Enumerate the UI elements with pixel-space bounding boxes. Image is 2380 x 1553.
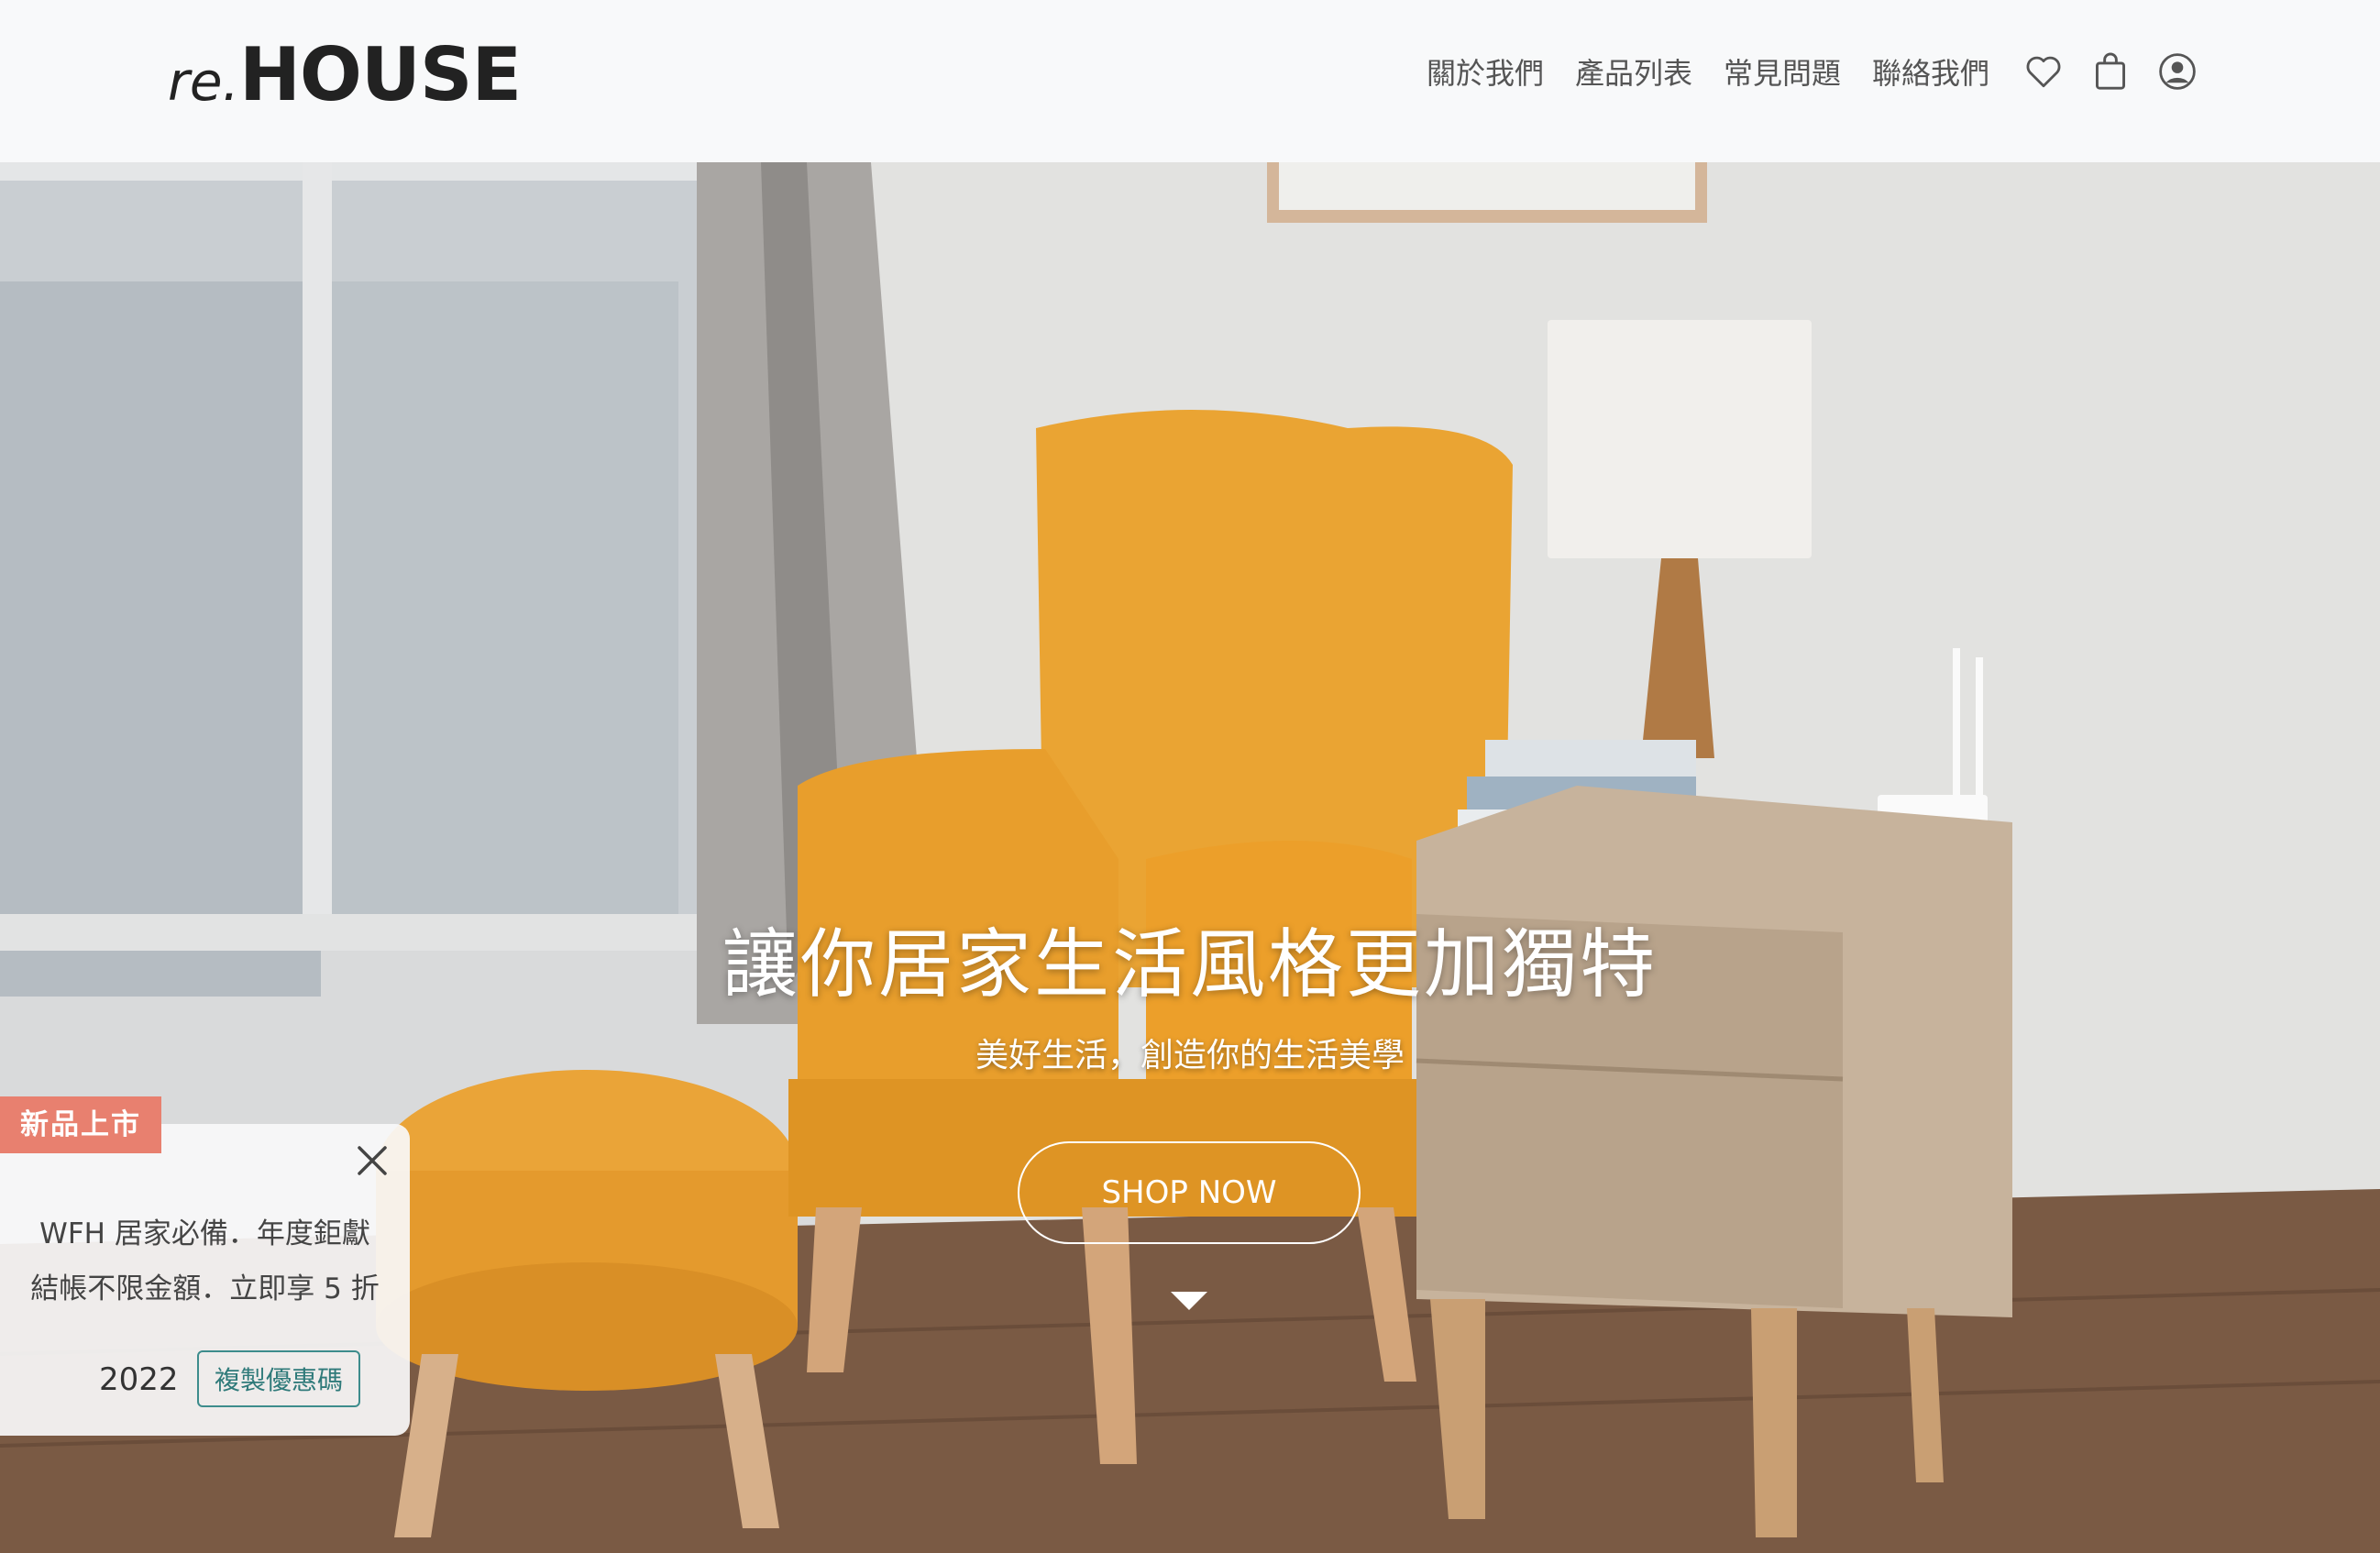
heart-icon[interactable] (2024, 53, 2063, 90)
user-icon[interactable] (2158, 52, 2197, 91)
copy-coupon-button[interactable]: 複製優惠碼 (197, 1350, 360, 1407)
nav-faq[interactable]: 常見問題 (1724, 50, 1841, 93)
hero-title: 讓你居家生活風格更加獨特 (722, 921, 1658, 1008)
promo-line-2: 結帳不限金額．立即享 5 折 (30, 1272, 380, 1305)
main-nav: 關於我們 產品列表 常見問題 聯絡我們 (1427, 50, 2197, 93)
scroll-down-icon[interactable] (1171, 1292, 1207, 1310)
nav-icons (2024, 51, 2197, 92)
logo[interactable]: re.HOUSE (168, 32, 522, 117)
logo-house: HOUSE (238, 32, 522, 117)
promo-code: 2022 (99, 1361, 179, 1398)
promo-tag: 新品上市 (0, 1096, 161, 1153)
nav-about[interactable]: 關於我們 (1427, 50, 1544, 93)
promo-line-1: WFH 居家必備．年度鉅獻 (39, 1217, 370, 1250)
close-icon[interactable] (352, 1140, 392, 1181)
shopping-bag-icon[interactable] (2092, 51, 2129, 92)
site-header: re.HOUSE 關於我們 產品列表 常見問題 聯絡我們 (0, 0, 2380, 162)
shop-now-button[interactable]: SHOP NOW (1018, 1141, 1361, 1244)
hero-subtitle: 美好生活，創造你的生活美學 (975, 1037, 1405, 1074)
nav-products[interactable]: 產品列表 (1575, 50, 1692, 93)
logo-re: re. (168, 50, 239, 113)
nav-contact[interactable]: 聯絡我們 (1872, 50, 1989, 93)
